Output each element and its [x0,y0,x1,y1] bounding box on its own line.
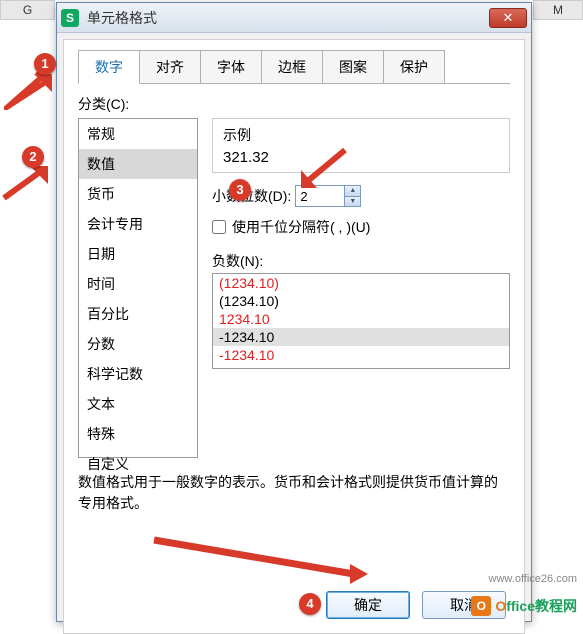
col-header-g: G [0,0,55,20]
neg-item[interactable]: (1234.10) [213,292,509,310]
example-label: 示例 [223,125,499,145]
watermark: O Office教程网 [471,596,577,616]
tab-bar: 数字 对齐 字体 边框 图案 保护 [78,50,510,84]
cat-general[interactable]: 常规 [79,119,197,149]
cat-special[interactable]: 特殊 [79,419,197,449]
arrow-icon [150,530,370,600]
category-label: 分类(C): [78,94,510,114]
app-icon: S [61,9,79,27]
callout-2: 2 [22,146,44,168]
cat-time[interactable]: 时间 [79,269,197,299]
callout-3: 3 [229,179,251,201]
negatives-label: 负数(N): [212,251,510,271]
titlebar: S 单元格格式 ✕ [57,3,531,33]
tab-border[interactable]: 边框 [261,50,323,83]
cat-fraction[interactable]: 分数 [79,329,197,359]
decimal-label: 小数位数(D): [212,186,291,206]
cat-accounting[interactable]: 会计专用 [79,209,197,239]
neg-item[interactable]: (1234.10) [213,274,509,292]
arrow-icon [0,162,50,202]
negatives-list[interactable]: (1234.10) (1234.10) 1234.10 -1234.10 -12… [212,273,510,369]
cat-number[interactable]: 数值 [79,149,197,179]
cat-currency[interactable]: 货币 [79,179,197,209]
office-logo-icon: O [471,596,491,616]
tab-font[interactable]: 字体 [200,50,262,83]
example-value: 321.32 [223,149,499,166]
neg-item[interactable]: -1234.10 [213,328,509,346]
watermark-brand-rest: ffice教程网 [506,598,577,614]
cat-percentage[interactable]: 百分比 [79,299,197,329]
dialog-title: 单元格格式 [87,8,489,28]
watermark-brand-o: O [495,598,506,614]
spin-down-icon[interactable]: ▼ [345,197,360,207]
callout-1: 1 [34,53,56,75]
neg-item[interactable]: 1234.10 [213,310,509,328]
format-description: 数值格式用于一般数字的表示。货币和会计格式则提供货币值计算的专用格式。 [78,472,510,514]
watermark-url: www.office26.com [489,573,577,585]
col-header-m: M [533,0,583,20]
close-button[interactable]: ✕ [489,8,527,28]
category-list[interactable]: 常规 数值 货币 会计专用 日期 时间 百分比 分数 科学记数 文本 特殊 自定… [78,118,198,458]
arrow-icon [295,144,355,190]
callout-4: 4 [299,593,321,615]
thousands-label: 使用千位分隔符( , )(U) [232,217,370,237]
arrow-icon [4,70,54,110]
tab-protect[interactable]: 保护 [383,50,445,83]
cat-scientific[interactable]: 科学记数 [79,359,197,389]
cat-text[interactable]: 文本 [79,389,197,419]
tab-pattern[interactable]: 图案 [322,50,384,83]
example-box: 示例 321.32 [212,118,510,173]
thousands-checkbox[interactable] [212,220,226,234]
cat-date[interactable]: 日期 [79,239,197,269]
cell-format-dialog: S 单元格格式 ✕ 数字 对齐 字体 边框 图案 保护 分类(C): 常规 数值… [56,2,532,622]
tab-number[interactable]: 数字 [78,50,140,84]
neg-item[interactable]: -1234.10 [213,346,509,364]
tab-align[interactable]: 对齐 [139,50,201,83]
